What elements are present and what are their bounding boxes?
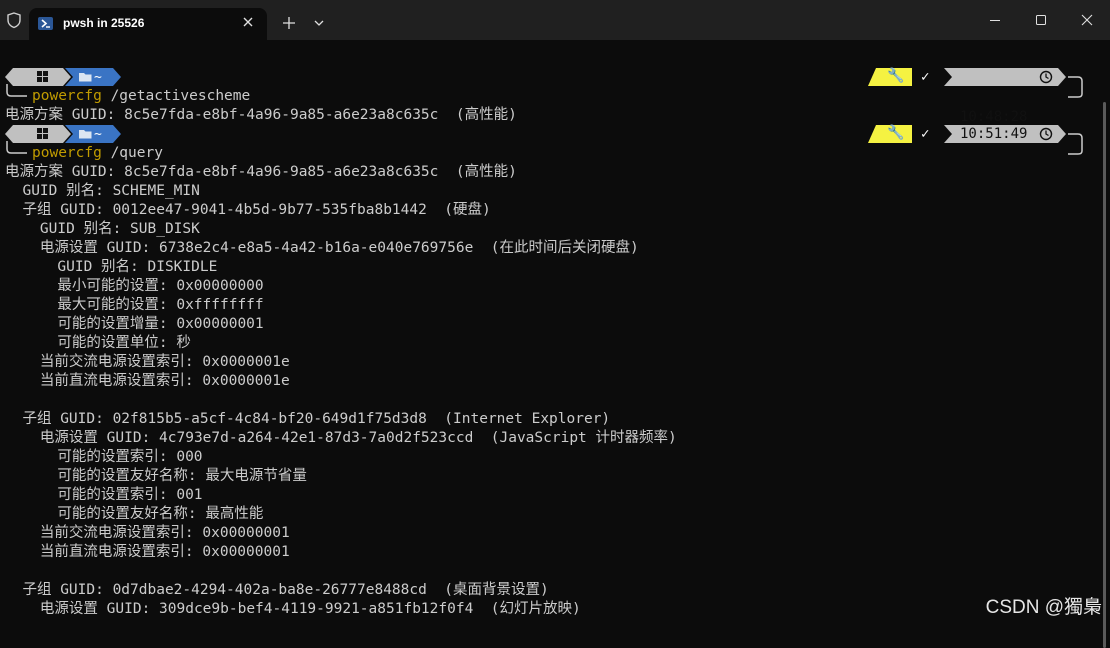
powershell-icon xyxy=(38,17,53,30)
output-line: 子组 GUID: 0012ee47-9041-4b5d-9b77-535fba8… xyxy=(5,202,491,218)
output-line: 当前交流电源设置索引: 0x0000001e xyxy=(5,354,290,370)
output-line: 电源设置 GUID: 6738e2c4-e8a5-4a42-b16a-e040e… xyxy=(5,240,639,256)
prompt-time: 10:51:49 xyxy=(960,126,1028,142)
clock-icon xyxy=(1039,127,1053,141)
output-line: 最大可能的设置: 0xffffffff xyxy=(5,297,264,313)
chevron-down-icon[interactable] xyxy=(313,18,325,28)
output-line: GUID 别名: SUB_DISK xyxy=(5,221,200,237)
command-line-1: powercfg /getactivescheme xyxy=(32,87,250,106)
output-line: 当前直流电源设置索引: 0x0000001e xyxy=(5,373,290,389)
check-icon: ✓ xyxy=(921,126,930,142)
prompt-path: ~ xyxy=(94,127,102,142)
command-name: powercfg xyxy=(32,88,102,104)
output-line: 电源方案 GUID: 8c5e7fda-e8bf-4a96-9a85-a6e23… xyxy=(5,164,517,180)
command-name: powercfg xyxy=(32,145,102,161)
watermark: CSDN @獨梟 xyxy=(985,597,1102,618)
close-icon[interactable] xyxy=(241,15,255,29)
command-args: /getactivescheme xyxy=(101,88,251,104)
wrench-icon: 🔧 xyxy=(887,125,905,141)
maximize-icon xyxy=(1036,15,1046,25)
output-line: 当前交流电源设置索引: 0x00000001 xyxy=(5,525,290,541)
wrench-icon: 🔧 xyxy=(887,68,905,84)
prompt-time: 10:48:28 xyxy=(960,109,1028,125)
clock-icon xyxy=(1039,70,1053,84)
output-line: 可能的设置单位: 秒 xyxy=(5,335,191,351)
minimize-button[interactable] xyxy=(972,0,1018,40)
minimize-icon xyxy=(990,20,1000,21)
close-icon xyxy=(1081,14,1093,26)
close-window-button[interactable] xyxy=(1064,0,1110,40)
output-line: 可能的设置索引: 000 xyxy=(5,449,203,465)
output-line: 可能的设置友好名称: 最大电源节省量 xyxy=(5,468,307,484)
scrollbar[interactable] xyxy=(1103,102,1106,648)
terminal-output[interactable]: ~ 🔧 ✓ 10:48:28 powercfg /getactivescheme… xyxy=(0,40,1110,648)
output-line: 子组 GUID: 0d7dbae2-4294-402a-ba8e-26777e8… xyxy=(5,582,549,598)
command-line-2: powercfg /query xyxy=(32,144,163,163)
shield-icon[interactable] xyxy=(5,11,23,29)
prompt-path: ~ xyxy=(94,70,102,85)
output-line: 可能的设置友好名称: 最高性能 xyxy=(5,506,264,522)
title-bar: pwsh in 25526 xyxy=(0,0,1110,40)
maximize-button[interactable] xyxy=(1018,0,1064,40)
output-line: 电源设置 GUID: 309dce9b-bef4-4119-9921-a851f… xyxy=(5,601,581,617)
output-line: 最小可能的设置: 0x00000000 xyxy=(5,278,264,294)
check-icon: ✓ xyxy=(921,69,930,85)
plus-icon[interactable] xyxy=(282,16,296,30)
output-line: GUID 别名: SCHEME_MIN xyxy=(5,183,200,199)
command-args: /query xyxy=(101,145,163,161)
tab-title: pwsh in 25526 xyxy=(63,16,145,30)
output-line: 可能的设置索引: 001 xyxy=(5,487,203,503)
prompt-connector-icon xyxy=(6,84,27,97)
output-line: 电源方案 GUID: 8c5e7fda-e8bf-4a96-9a85-a6e23… xyxy=(5,107,517,123)
output-line: 子组 GUID: 02f815b5-a5cf-4c84-bf20-649d1f7… xyxy=(5,411,611,427)
tab-pwsh[interactable]: pwsh in 25526 xyxy=(29,8,267,40)
output-line: 当前直流电源设置索引: 0x00000001 xyxy=(5,544,290,560)
output-line: 可能的设置增量: 0x00000001 xyxy=(5,316,264,332)
output-line: 电源设置 GUID: 4c793e7d-a264-42e1-87d3-7a0d2… xyxy=(5,430,677,446)
output-line: GUID 别名: DISKIDLE xyxy=(5,259,218,275)
prompt-connector-icon xyxy=(6,141,27,154)
